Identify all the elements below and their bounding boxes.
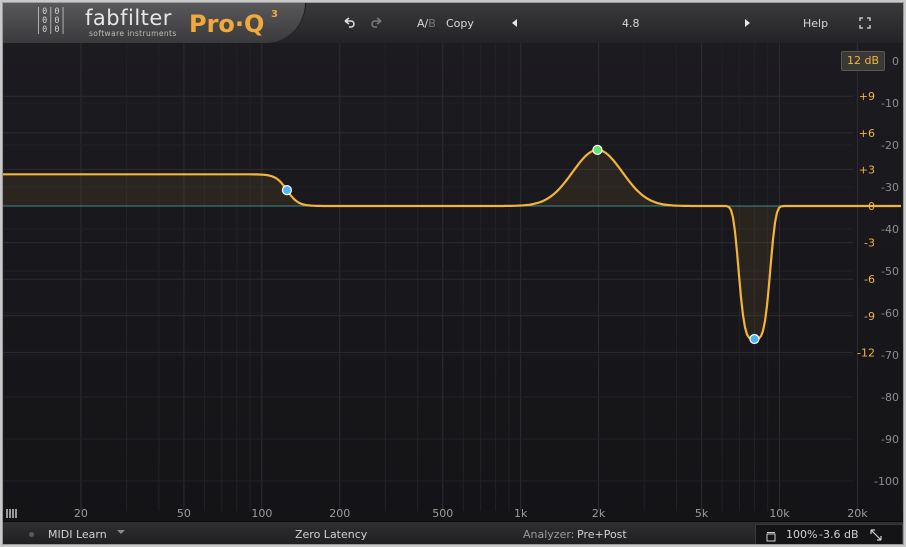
product-version: 3 (271, 9, 278, 20)
frequency-label: 500 (432, 507, 453, 520)
spectrum-label: -20 (881, 139, 899, 152)
fullscreen-button[interactable] (857, 15, 873, 31)
brand-name: fabfilter (85, 6, 172, 30)
eq-display[interactable]: 20 50 100 200 500 1k 2k 5k 10k 20k +9 +6 +3 0 -3 -6 -9 -1… (3, 43, 903, 521)
gain-label: -12 (857, 346, 875, 359)
preset-next-button[interactable] (739, 15, 755, 31)
frequency-label: 200 (329, 507, 350, 520)
gain-label: -6 (864, 273, 875, 286)
frequency-label: 100 (251, 507, 272, 520)
help-button[interactable]: Help (803, 17, 828, 30)
spectrum-label: -80 (881, 391, 899, 404)
frequency-label: 10k (769, 507, 790, 520)
eq-band-2-handle[interactable] (592, 144, 603, 155)
triangle-right-icon (745, 19, 750, 27)
eq-band-3-handle[interactable] (749, 333, 760, 345)
output-gain-value[interactable]: -3.6 dB (819, 528, 859, 541)
spectrum-label: -60 (881, 307, 899, 320)
triangle-left-icon (512, 19, 517, 27)
redo-icon (371, 17, 382, 28)
analyzer-label: Analyzer: (523, 528, 575, 541)
frequency-label: 20 (74, 507, 88, 520)
frequency-label: 2k (592, 507, 606, 520)
gain-label: -9 (864, 310, 875, 323)
preset-name[interactable]: 4.8 (622, 17, 640, 30)
resize-icon (870, 529, 882, 541)
midi-indicator-icon (29, 532, 34, 537)
analyzer-mode[interactable]: Pre+Post (577, 528, 627, 541)
spectrum-label: -90 (881, 433, 899, 446)
product-name: Pro·Q (189, 10, 265, 38)
preset-prev-button[interactable] (507, 15, 523, 31)
header-bar: |0|0| |0|0| |0|0| fabfilter software instr… (3, 3, 903, 44)
spectrum-label: -50 (881, 265, 899, 278)
fabfilter-logo-icon: |0|0| |0|0| |0|0| (36, 7, 67, 35)
ab-compare-button[interactable]: A/B (417, 17, 436, 30)
eq-band-1-handle[interactable] (281, 185, 293, 196)
brand-subtitle: software instruments (89, 29, 177, 38)
spectrum-label: -30 (881, 181, 899, 194)
gain-label: +3 (859, 163, 875, 176)
resize-handle[interactable] (869, 527, 883, 544)
ab-label-b: B (428, 17, 436, 30)
output-options-button[interactable] (765, 528, 777, 544)
spectrum-label: -40 (881, 223, 899, 236)
frequency-label: 20k (847, 507, 868, 520)
range-dropdown[interactable]: 12 dB (841, 51, 885, 71)
fullscreen-icon (859, 17, 871, 29)
spectrum-label: -100 (874, 475, 899, 488)
spectrum-label: -10 (881, 97, 899, 110)
midi-learn-button[interactable]: MIDI Learn (48, 528, 107, 541)
output-icon (766, 532, 776, 542)
chevron-down-icon (117, 530, 125, 534)
gain-label: +9 (859, 90, 875, 103)
frequency-label: 5k (695, 507, 709, 520)
undo-button[interactable] (341, 15, 357, 31)
copy-button[interactable]: Copy (446, 17, 474, 30)
zoom-value[interactable]: 100% (786, 528, 817, 541)
redo-button[interactable] (369, 15, 385, 31)
undo-icon (344, 17, 355, 28)
spectrum-label: -70 (881, 349, 899, 362)
gain-label: +6 (859, 127, 875, 140)
latency-mode[interactable]: Zero Latency (295, 528, 367, 541)
spectrum-label: 0 (892, 55, 899, 68)
ab-label-a: A/ (417, 17, 429, 30)
midi-menu-arrow-icon[interactable] (116, 526, 126, 541)
frequency-label: 1k (514, 507, 528, 520)
gain-label: -3 (864, 237, 875, 250)
logo-area: |0|0| |0|0| |0|0| fabfilter software instr… (3, 3, 306, 43)
footer-bar: MIDI Learn Zero Latency Analyzer: Pre+Po… (3, 521, 903, 544)
frequency-label: 50 (177, 507, 191, 520)
plugin-window: |0|0| |0|0| |0|0| fabfilter software instr… (2, 2, 904, 545)
